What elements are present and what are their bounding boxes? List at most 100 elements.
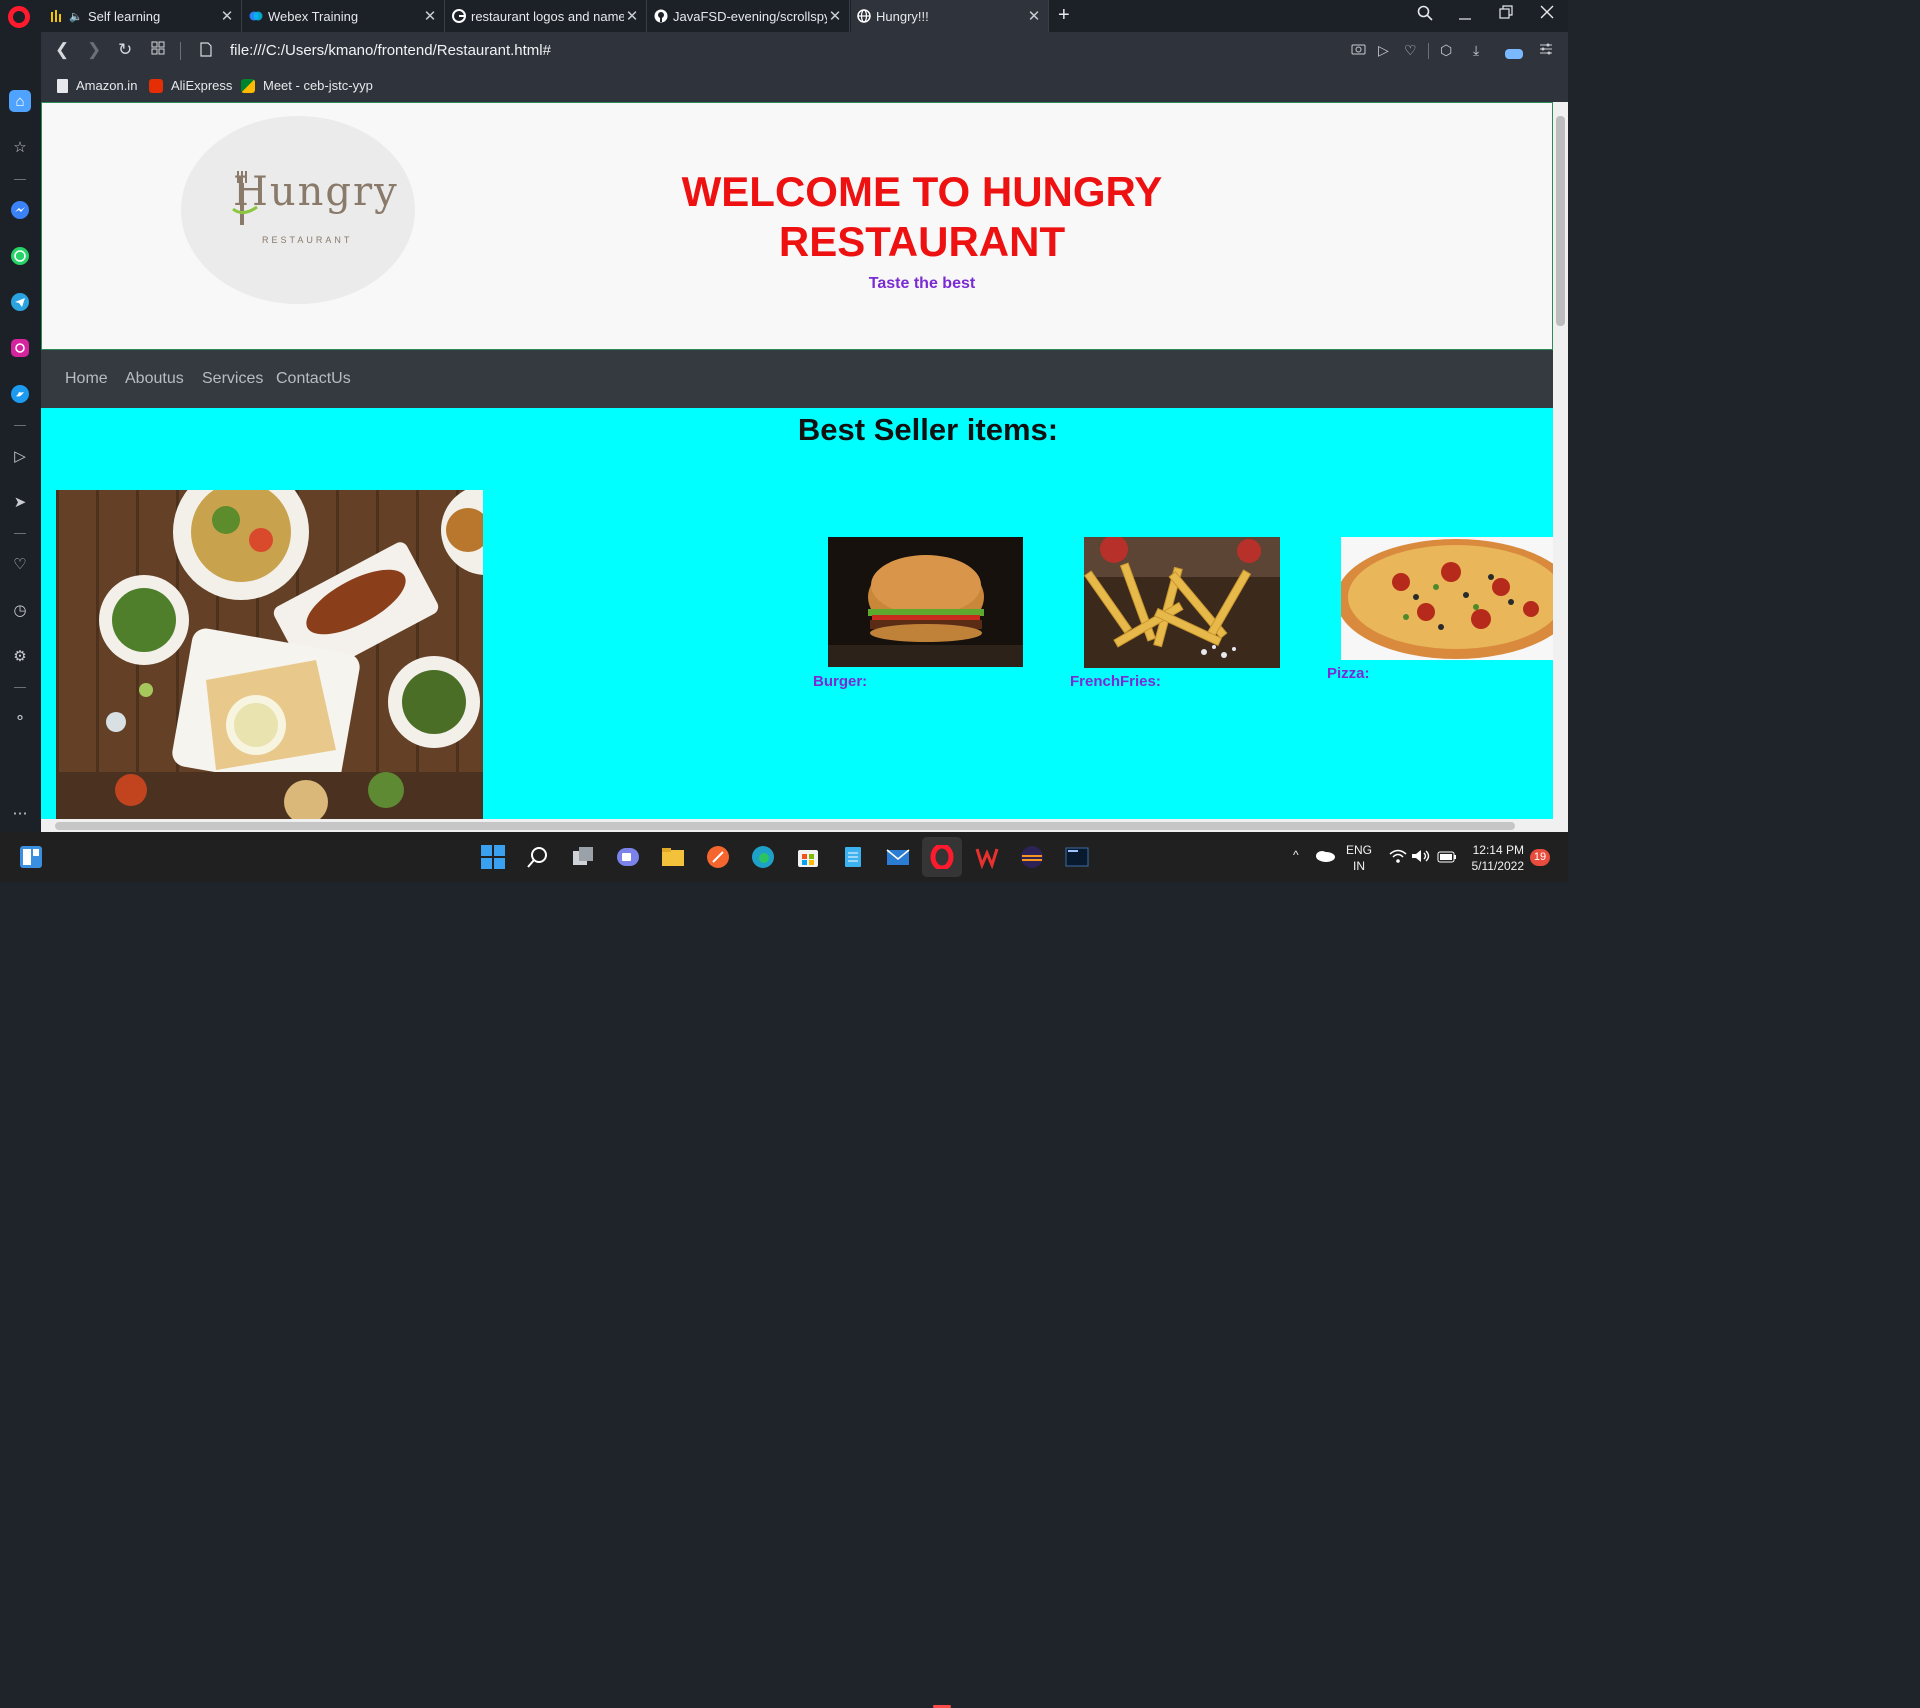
close-icon[interactable]: ✕ <box>827 7 843 25</box>
clock[interactable]: 12:14 PM 5/11/2022 <box>1468 842 1525 874</box>
wifi-icon[interactable] <box>1388 846 1408 866</box>
notification-badge[interactable]: 19 <box>1530 849 1550 866</box>
nav-link-aboutus[interactable]: Aboutus <box>125 370 184 388</box>
telegram-icon[interactable] <box>9 291 31 313</box>
whatsapp-icon[interactable] <box>9 245 31 267</box>
github-icon <box>654 9 668 23</box>
heart-icon[interactable]: ♡ <box>1404 42 1417 59</box>
extensions-icon[interactable]: ⬡ <box>1440 42 1452 59</box>
player-icon[interactable]: ▷ <box>9 445 31 467</box>
close-window-icon[interactable] <box>1540 5 1554 24</box>
tab-restaurant-logos[interactable]: restaurant logos and name ✕ <box>446 0 647 32</box>
page-header: Hungry RESTAURANT WELCOME TO HUNGRY REST… <box>41 102 1553 350</box>
eclipse-icon[interactable] <box>1019 844 1045 870</box>
opera-taskbar-icon[interactable] <box>922 837 962 877</box>
gear-icon[interactable]: ⚙ <box>9 645 31 667</box>
url-input[interactable]: file:///C:/Users/kmano/frontend/Restaura… <box>230 42 551 59</box>
task-view-icon[interactable] <box>570 844 596 870</box>
wps-office-icon[interactable] <box>974 844 1000 870</box>
reload-icon[interactable]: ↻ <box>118 40 132 60</box>
teams-chat-icon[interactable] <box>615 844 641 870</box>
speed-dial-icon[interactable] <box>151 40 165 60</box>
twitter-icon[interactable] <box>9 383 31 405</box>
horizontal-scrollbar[interactable] <box>41 819 1568 832</box>
nav-link-home[interactable]: Home <box>65 370 108 388</box>
volume-icon[interactable] <box>1411 846 1431 866</box>
bookmark-aliexpress[interactable]: AliExpress <box>149 78 232 93</box>
webex-icon <box>249 9 263 23</box>
tab-hungry[interactable]: Hungry!!! ✕ <box>851 0 1049 32</box>
search-icon[interactable] <box>525 844 551 870</box>
google-meet-icon <box>241 78 255 93</box>
pizza-image <box>1341 537 1553 660</box>
widgets-icon[interactable] <box>18 844 44 870</box>
terminal-icon[interactable] <box>1064 844 1090 870</box>
opera-sidebar: ⌂ ☆ ▷ ➤ ♡ ◷ ⚙ ⚬ ⋯ <box>0 32 41 832</box>
tab-label: restaurant logos and name <box>471 8 624 24</box>
send-icon[interactable]: ➤ <box>9 491 31 513</box>
easy-setup-icon[interactable] <box>1539 42 1553 59</box>
vertical-scrollbar[interactable] <box>1553 102 1568 819</box>
instagram-icon[interactable] <box>9 337 31 359</box>
language-label: ENG <box>1346 843 1373 857</box>
clock-date: 5/11/2022 <box>1471 859 1525 873</box>
forward-icon[interactable]: ❯ <box>87 40 101 60</box>
file-explorer-icon[interactable] <box>660 844 686 870</box>
divider <box>14 179 26 180</box>
food-spread-image <box>56 490 483 819</box>
home-icon[interactable]: ⌂ <box>9 90 31 112</box>
battery-icon[interactable] <box>1436 847 1458 867</box>
item-label-pizza: Pizza: <box>1327 665 1370 682</box>
close-icon[interactable]: ✕ <box>1026 7 1042 25</box>
best-seller-section: Best Seller items: Burger: FrenchFries: … <box>41 408 1553 819</box>
logo-subtitle: RESTAURANT <box>262 235 353 245</box>
star-icon[interactable]: ☆ <box>9 136 31 158</box>
tab-label: JavaFSD-evening/scrollspy. <box>673 8 827 24</box>
close-icon[interactable]: ✕ <box>624 7 640 25</box>
store-icon[interactable] <box>795 844 821 870</box>
restore-icon[interactable] <box>1499 5 1513 24</box>
send-icon[interactable]: ▷ <box>1378 42 1389 59</box>
nav-link-contactus[interactable]: ContactUs <box>276 370 351 388</box>
bookmark-label: Meet - ceb-jstc-yyp <box>263 78 373 93</box>
heart-icon[interactable]: ♡ <box>9 553 31 575</box>
chevron-up-icon[interactable]: ^ <box>1293 848 1299 862</box>
scrollbar-thumb[interactable] <box>1556 116 1565 326</box>
minimize-icon[interactable] <box>1458 5 1472 26</box>
burger-image <box>828 537 1023 667</box>
tab-webex-training[interactable]: Webex Training ✕ <box>243 0 445 32</box>
close-icon[interactable]: ✕ <box>219 7 235 25</box>
history-icon[interactable]: ◷ <box>9 599 31 621</box>
opera-menu-icon[interactable] <box>8 6 30 28</box>
close-icon[interactable]: ✕ <box>422 7 438 25</box>
more-icon[interactable]: ⋯ <box>9 802 31 824</box>
battery-saver-icon[interactable] <box>1505 46 1523 62</box>
new-tab-button[interactable]: + <box>1058 4 1070 27</box>
onedrive-icon[interactable] <box>1314 846 1336 866</box>
brave-icon[interactable] <box>705 844 731 870</box>
tab-self-learning[interactable]: 🔈 Self learning ✕ <box>44 0 242 32</box>
messenger-icon[interactable] <box>9 199 31 221</box>
download-icon[interactable]: ⤓ <box>1473 42 1479 59</box>
edge-icon[interactable] <box>750 844 776 870</box>
bookmark-meet[interactable]: Meet - ceb-jstc-yyp <box>241 78 373 93</box>
divider <box>14 687 26 688</box>
mail-icon[interactable] <box>885 844 911 870</box>
search-tabs-icon[interactable] <box>1417 5 1433 26</box>
scrollbar-thumb[interactable] <box>55 822 1515 830</box>
item-label-burger: Burger: <box>813 673 868 690</box>
back-icon[interactable]: ❮ <box>55 40 69 60</box>
logo-word: Hungry <box>233 169 399 215</box>
windows-start-icon[interactable] <box>480 844 506 870</box>
page-navbar: Home Aboutus Services ContactUs <box>41 350 1553 408</box>
tab-bar: 🔈 Self learning ✕ Webex Training ✕ resta… <box>0 0 1568 32</box>
snapshot-icon[interactable] <box>1351 42 1366 58</box>
page-title: WELCOME TO HUNGRY RESTAURANT <box>681 168 1163 265</box>
address-bar: ❮ ❯ ↻ file:///C:/Users/kmano/frontend/Re… <box>41 32 1568 70</box>
nav-link-services[interactable]: Services <box>202 370 263 388</box>
tab-github-scrollspy[interactable]: JavaFSD-evening/scrollspy. ✕ <box>648 0 850 32</box>
notepad-icon[interactable] <box>840 844 866 870</box>
lightbulb-icon[interactable]: ⚬ <box>9 707 31 729</box>
bookmark-amazon[interactable]: Amazon.in <box>57 78 137 93</box>
language-indicator[interactable]: ENG IN <box>1346 842 1372 874</box>
